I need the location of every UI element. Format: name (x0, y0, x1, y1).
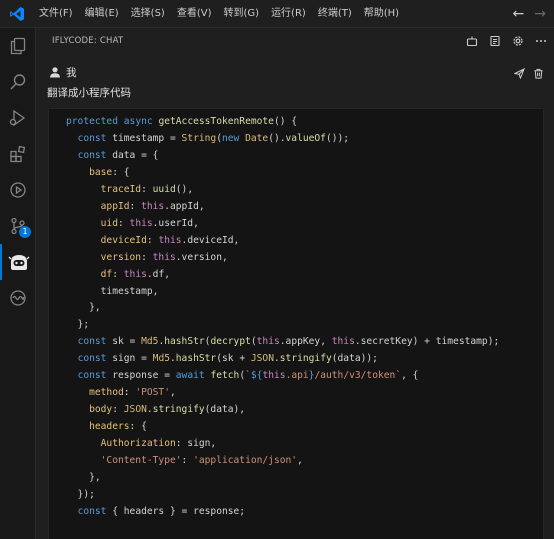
code-line: timestamp, (66, 285, 159, 297)
code-line: deviceId: this.deviceId, (100, 234, 240, 246)
menu-edit[interactable]: 编辑(E) (79, 0, 125, 28)
code-line: body: JSON.stringify(data), (89, 404, 246, 416)
code-line: headers: { (89, 421, 147, 433)
code-line: traceId: uuid(), (100, 183, 194, 195)
code-line: }); (66, 488, 95, 500)
search-icon[interactable] (0, 64, 36, 100)
gear-icon[interactable] (511, 34, 525, 48)
code-line: uid: this.userId, (100, 217, 199, 229)
menu-selection[interactable]: 选择(S) (125, 0, 171, 28)
code-line: }, (66, 472, 101, 484)
chat-panel: IFLYCODE: CHAT 我 翻译成小程序代码 protected asyn… (37, 28, 554, 539)
activity-bar: 1 (0, 28, 36, 539)
source-control-icon[interactable]: 1 (0, 208, 36, 244)
code-line: protected async getAccessTokenRemote() { (66, 116, 298, 127)
code-line: appId: this.appId, (100, 200, 205, 212)
code-line: const sk = Md5.hashStr(decrypt(this.appK… (77, 336, 500, 348)
user-avatar-icon (49, 63, 61, 82)
menu-file[interactable]: 文件(F) (33, 0, 79, 28)
code-line: }, (66, 302, 101, 314)
assistant-wave-icon[interactable] (0, 280, 36, 316)
panel-header: IFLYCODE: CHAT (37, 28, 554, 54)
code-line: const data = { (77, 149, 159, 161)
code-line: Authorization: sign, (100, 438, 217, 450)
more-actions-icon[interactable] (534, 34, 548, 48)
notes-icon[interactable] (488, 34, 502, 48)
code-content: protected async getAccessTokenRemote() {… (49, 109, 543, 521)
iflycode-chat-icon[interactable] (0, 244, 36, 280)
code-line: method: 'POST', (89, 387, 176, 399)
vscode-logo-icon (6, 3, 28, 25)
run-debug-icon[interactable] (0, 100, 36, 136)
panel-actions (465, 34, 548, 48)
code-line: }; (66, 319, 90, 331)
panel-title: IFLYCODE: CHAT (52, 36, 124, 46)
code-line: base: { (89, 166, 130, 178)
menu-view[interactable]: 查看(V) (171, 0, 218, 28)
menu-bar: 文件(F) 编辑(E) 选择(S) 查看(V) 转到(G) 运行(R) 终端(T… (33, 0, 405, 28)
menu-run[interactable]: 运行(R) (265, 0, 312, 28)
code-line: version: this.version, (100, 251, 228, 263)
navigation-controls: ← → (513, 0, 546, 28)
code-block: protected async getAccessTokenRemote() {… (48, 108, 544, 539)
title-bar: 文件(F) 编辑(E) 选择(S) 查看(V) 转到(G) 运行(R) 终端(T… (0, 0, 554, 28)
send-icon[interactable] (513, 64, 526, 83)
bot-settings-icon[interactable] (465, 34, 479, 48)
remote-run-icon[interactable] (0, 172, 36, 208)
code-line: const sign = Md5.hashStr(sk + JSON.strin… (77, 353, 378, 365)
back-arrow-icon[interactable]: ← (513, 6, 525, 22)
user-name: 我 (66, 67, 77, 79)
forward-arrow-icon[interactable]: → (534, 6, 546, 22)
message-actions (513, 64, 544, 83)
code-line: const { headers } = response; (77, 505, 246, 517)
message-text: 翻译成小程序代码 (47, 87, 131, 99)
source-control-badge: 1 (19, 226, 31, 238)
explorer-icon[interactable] (0, 28, 36, 64)
code-line: df: this.df, (100, 268, 170, 280)
menu-help[interactable]: 帮助(H) (358, 0, 405, 28)
code-line: const timestamp = String(new Date().valu… (77, 132, 350, 144)
delete-icon[interactable] (533, 64, 544, 83)
menu-go[interactable]: 转到(G) (218, 0, 266, 28)
code-line: 'Content-Type': 'application/json', (100, 455, 303, 467)
extensions-icon[interactable] (0, 136, 36, 172)
menu-terminal[interactable]: 终端(T) (312, 0, 358, 28)
message-header: 我 (49, 63, 77, 82)
code-line: const response = await fetch(`${this.api… (77, 370, 419, 382)
